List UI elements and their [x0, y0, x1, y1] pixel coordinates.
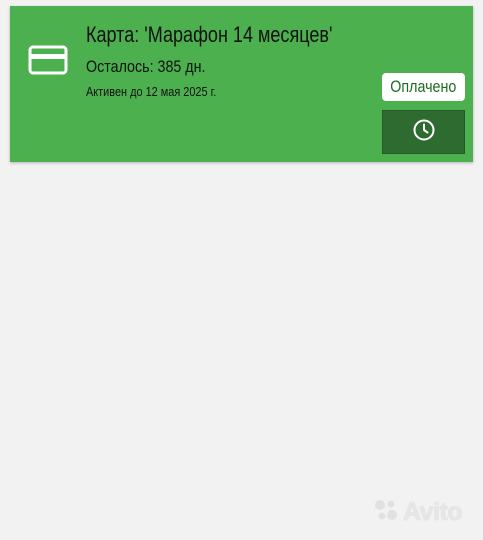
- status-badge-label: Оплачено: [390, 77, 457, 96]
- history-button[interactable]: [382, 110, 465, 154]
- avito-watermark: Avito: [373, 497, 463, 528]
- status-badge: Оплачено: [382, 73, 465, 101]
- watermark-text: Avito: [403, 498, 463, 526]
- days-remaining: Осталось: 385 дн.: [86, 57, 206, 76]
- avito-logo-icon: [373, 497, 399, 528]
- page: Карта: 'Марафон 14 месяцев' Осталось: 38…: [0, 0, 483, 540]
- membership-card[interactable]: Карта: 'Марафон 14 месяцев' Осталось: 38…: [10, 6, 473, 162]
- active-until: Активен до 12 мая 2025 г.: [86, 84, 217, 99]
- clock-icon: [412, 118, 436, 147]
- card-title: Карта: 'Марафон 14 месяцев': [86, 22, 333, 47]
- credit-card-icon: [28, 44, 68, 76]
